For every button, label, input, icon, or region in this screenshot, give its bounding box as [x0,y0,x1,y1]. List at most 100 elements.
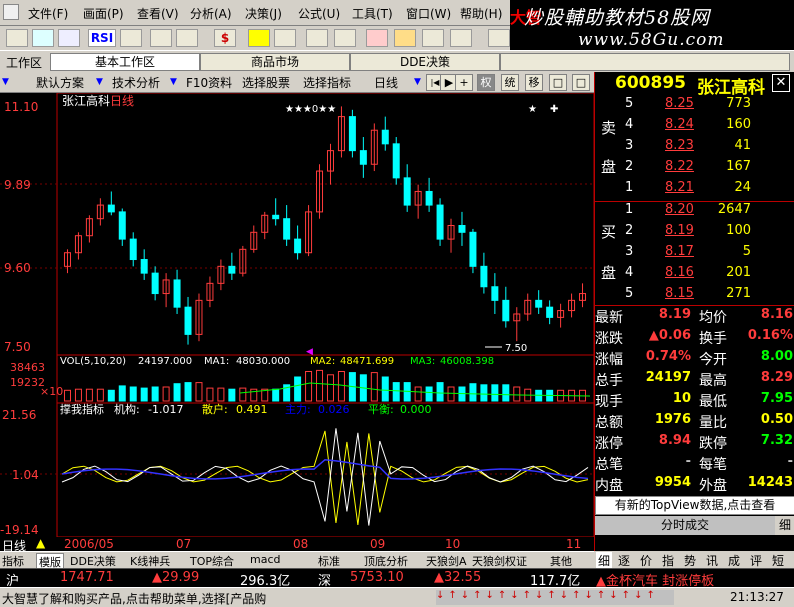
maximize-button[interactable]: □ [572,74,590,91]
ind-d-value: 0.000 [400,403,432,416]
report-icon[interactable] [120,29,142,47]
buy-price[interactable]: 8.20 [665,202,694,217]
alert-icon[interactable] [366,29,388,47]
select-stock-button[interactable]: 选择股票 [242,74,290,91]
ruler-icon[interactable] [176,29,198,47]
tech-analysis-button[interactable]: 技术分析 [112,74,160,91]
indicator-tabs: 指标 模版 DDE决策 K线神兵 TOP综合 macd 标准 顶底分析 天狼剑A 天狼剑权证 其他 [0,551,594,571]
stat-label: 每笔 [699,457,727,473]
default-scheme-button[interactable]: 默认方案 [36,74,84,91]
stat-button[interactable]: 统 [501,74,519,91]
chart-icon[interactable] [32,29,54,47]
f10-button[interactable]: F10资料 [186,74,232,91]
panel-tab[interactable]: 讯 [706,552,718,569]
period-daily-button[interactable]: 日线 [374,74,398,91]
detail-button[interactable]: 细 [775,516,794,535]
table-icon[interactable] [58,29,80,47]
indicator-tab[interactable]: macd [250,553,281,566]
tab-commodity[interactable]: 商品市场 [200,53,350,71]
indicator-tab[interactable]: K线神兵 [130,553,170,569]
star-icon[interactable] [334,29,356,47]
menu-decision[interactable]: 决策(J) [245,5,282,22]
sell-price[interactable]: 8.23 [665,138,694,153]
indicator-tab[interactable]: 顶底分析 [364,553,408,569]
indicator-tab[interactable]: 天狼剑A [426,553,467,569]
volume-bar [392,382,400,402]
chart-period: 日线 [110,94,134,108]
dollar-icon[interactable]: $ [214,29,236,47]
tick-detail-button[interactable]: 分时成交 [595,516,775,535]
app-icon[interactable] [3,4,19,20]
dropdown-arrow-icon[interactable]: ▼ [2,77,9,87]
candle-body [107,204,115,213]
tab-blank[interactable] [500,53,790,71]
menu-tools[interactable]: 工具(T) [352,5,393,22]
sell-price[interactable]: 8.22 [665,159,694,174]
chart-area[interactable]: 张江高科 日线 11.10 9.89 9.60 7.50 ★★★0★★ ★ ✚ … [0,92,595,538]
menu-help[interactable]: 帮助(H) [460,5,502,22]
volume-bar [162,386,170,402]
book-icon[interactable] [488,29,510,47]
buy-price[interactable]: 8.16 [665,265,694,280]
stat-label: 涨幅 [595,352,623,368]
candle-body [118,211,126,240]
money-icon[interactable] [248,29,270,47]
indicator-tab[interactable]: 标准 [318,553,340,569]
globe-icon[interactable] [450,29,472,47]
indicator-tab[interactable]: 指标 [2,553,24,569]
binoculars-icon[interactable] [306,29,328,47]
panel-tab[interactable]: 逐 [618,552,630,569]
sell-price[interactable]: 8.24 [665,117,694,132]
stat-value: 10 [672,391,691,406]
volume-bar [294,376,302,402]
panel-tab[interactable]: 评 [750,552,762,569]
menu-file[interactable]: 文件(F) [28,5,68,22]
buy-price[interactable]: 8.19 [665,223,694,238]
sell-price[interactable]: 8.25 [665,96,694,111]
volume-bar [206,387,214,402]
kline-chart[interactable]: 张江高科 日线 11.10 9.89 9.60 7.50 ★★★0★★ ★ ✚ … [0,92,595,538]
volume-bar [228,388,236,402]
window-button[interactable]: □ [549,74,567,91]
volume-bar [370,372,378,402]
indicator-tab[interactable]: DDE决策 [70,553,116,569]
buy-price[interactable]: 8.17 [665,244,694,259]
menu-analysis[interactable]: 分析(A) [190,5,232,22]
dropdown-arrow-icon[interactable]: ▼ [170,77,177,87]
diamond-icon[interactable] [394,29,416,47]
buy-price[interactable]: 8.15 [665,286,694,301]
dropdown-arrow-icon[interactable]: ▼ [96,77,103,87]
status-text[interactable]: 大智慧了解和购买产品,点击帮助菜单,选择[产品购 [2,590,432,607]
panel-tab[interactable]: 短 [772,552,784,569]
buy-volume: 271 [726,286,751,301]
topview-notice[interactable]: 有新的TopView数据,点击查看 [595,496,794,515]
move-button[interactable]: 移 [525,74,543,91]
tab-dde[interactable]: DDE决策 [350,53,500,71]
menu-view-screen[interactable]: 画面(P) [83,5,124,22]
close-icon[interactable]: ✕ [772,74,790,92]
crosshair-icon[interactable] [150,29,172,47]
indicator-tab[interactable]: 其他 [550,553,572,569]
panel-tab[interactable]: 价 [640,552,652,569]
select-indicator-button[interactable]: 选择指标 [303,74,351,91]
zoom-button[interactable]: + [455,74,473,91]
menu-formula[interactable]: 公式(U) [298,5,340,22]
vol-value: 24197.000 [138,356,192,367]
menu-view[interactable]: 查看(V) [137,5,179,22]
car-icon[interactable] [422,29,444,47]
panel-tab[interactable]: 成 [728,552,740,569]
dropdown-arrow-icon[interactable]: ▼ [414,77,421,87]
panel-tab[interactable]: 势 [684,552,696,569]
indicator-tab[interactable]: 天狼剑权证 [472,553,527,569]
panel-tab[interactable]: 细 [596,552,613,569]
panel-tab[interactable]: 指 [662,552,674,569]
indicator-tab[interactable]: TOP综合 [190,553,234,569]
rsi-button[interactable]: RSI [88,29,116,47]
rights-button[interactable]: 权 [477,74,495,91]
tab-basic[interactable]: 基本工作区 [50,53,200,71]
grid-icon[interactable] [6,29,28,47]
chart-line-icon[interactable] [274,29,296,47]
ind-line-main [61,458,589,480]
sell-price[interactable]: 8.21 [665,180,694,195]
menu-window[interactable]: 窗口(W) [406,5,451,22]
